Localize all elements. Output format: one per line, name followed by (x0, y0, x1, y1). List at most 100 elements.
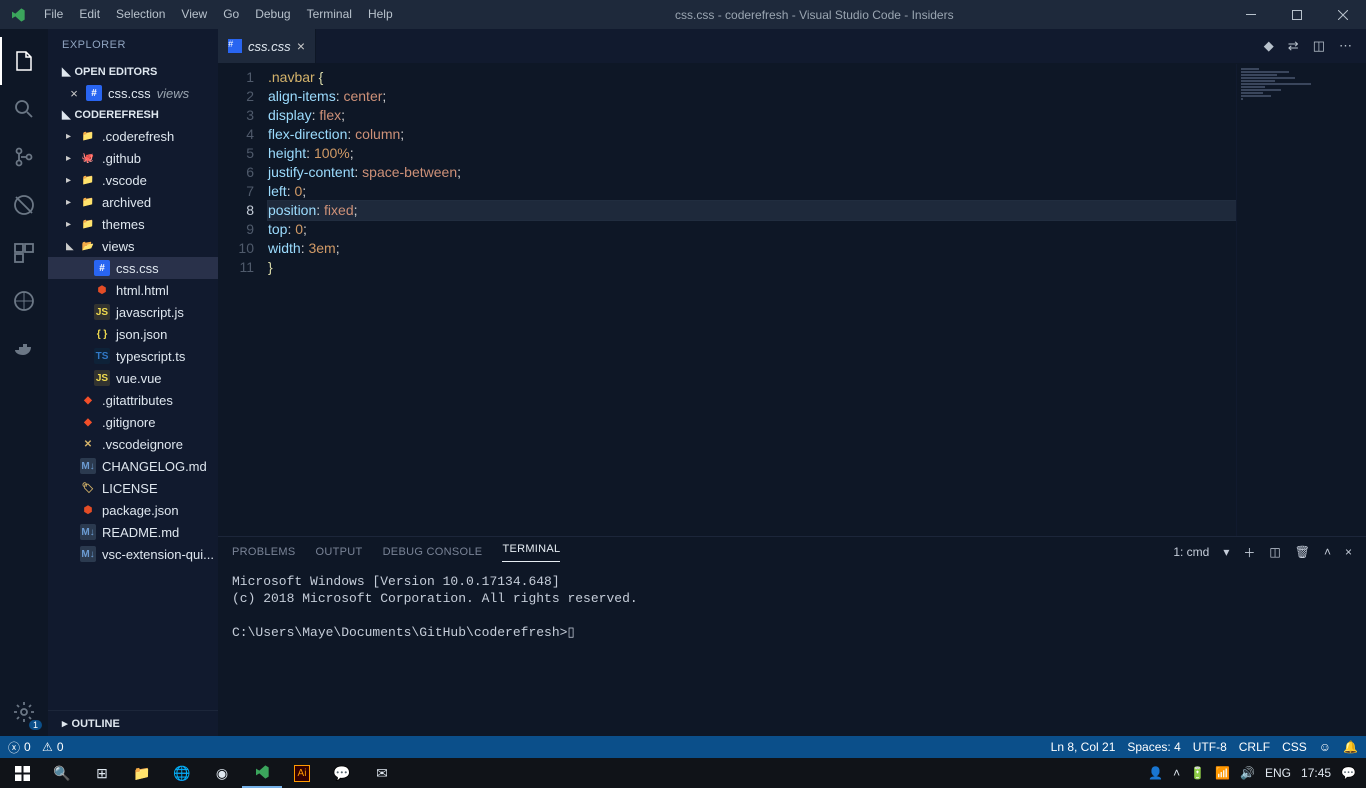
file-changelog-md[interactable]: M↓CHANGELOG.md (48, 455, 218, 477)
menu-terminal[interactable]: Terminal (299, 0, 360, 29)
dropdown-icon[interactable]: ▾ (1223, 545, 1229, 559)
people-icon[interactable]: 👤 (1148, 766, 1163, 780)
code-editor[interactable]: 1234567891011 .navbar { align-items: cen… (218, 64, 1236, 536)
menu-help[interactable]: Help (360, 0, 401, 29)
status-bell-icon[interactable]: 🔔 (1343, 740, 1358, 754)
status-eol[interactable]: CRLF (1239, 740, 1270, 754)
outline-section[interactable]: ▸OUTLINE (48, 710, 218, 736)
wifi-icon[interactable]: 📶 (1215, 766, 1230, 780)
file-readme-md[interactable]: M↓README.md (48, 521, 218, 543)
file-css-css[interactable]: #css.css (48, 257, 218, 279)
activity-debug[interactable] (0, 181, 48, 229)
folder-views[interactable]: ◣📂views (48, 235, 218, 257)
status-encoding[interactable]: UTF-8 (1193, 740, 1227, 754)
close-panel-icon[interactable]: × (1345, 545, 1352, 559)
file-typescript-ts[interactable]: TStypescript.ts (48, 345, 218, 367)
task-view-button[interactable]: ⊞ (82, 758, 122, 788)
maximize-panel-icon[interactable]: ˄ (1324, 545, 1331, 559)
file-explorer-app[interactable]: 📁 (122, 758, 162, 788)
windows-taskbar: 🔍 ⊞ 📁 🌐 ◉ Ai 💬 ✉ 👤 ˄ 🔋 📶 🔊 ENG 17:45 💬 (0, 758, 1366, 788)
folder-themes[interactable]: ▸📁themes (48, 213, 218, 235)
new-terminal-icon[interactable]: ＋ (1243, 544, 1255, 561)
folder--coderefresh[interactable]: ▸📁.coderefresh (48, 125, 218, 147)
file-javascript-js[interactable]: JSjavascript.js (48, 301, 218, 323)
color-picker-icon[interactable]: ◆ (1264, 38, 1274, 54)
split-editor-icon[interactable]: ◫ (1313, 38, 1325, 54)
file-html-html[interactable]: ⬢html.html (48, 279, 218, 301)
menu-selection[interactable]: Selection (108, 0, 173, 29)
file-package-json[interactable]: ⬢package.json (48, 499, 218, 521)
file--gitignore[interactable]: ◆.gitignore (48, 411, 218, 433)
md-icon: M↓ (80, 524, 96, 540)
status-spaces[interactable]: Spaces: 4 (1127, 740, 1180, 754)
spacer (66, 549, 74, 560)
menu-bar: FileEditSelectionViewGoDebugTerminalHelp (36, 0, 401, 29)
file-json-json[interactable]: { }json.json (48, 323, 218, 345)
close-button[interactable] (1320, 0, 1366, 29)
folder-archived[interactable]: ▸📁archived (48, 191, 218, 213)
close-icon[interactable]: × (68, 86, 80, 101)
split-terminal-icon[interactable]: ◫ (1269, 545, 1280, 559)
panel-tab-output[interactable]: OUTPUT (316, 546, 363, 558)
file--gitattributes[interactable]: ◆.gitattributes (48, 389, 218, 411)
tray-expand-icon[interactable]: ˄ (1173, 766, 1180, 780)
menu-debug[interactable]: Debug (247, 0, 298, 29)
terminal-content[interactable]: Microsoft Windows [Version 10.0.17134.64… (218, 567, 1366, 736)
menu-edit[interactable]: Edit (71, 0, 108, 29)
activity-search[interactable] (0, 85, 48, 133)
trash-icon[interactable]: 🗑 (1295, 545, 1310, 559)
more-icon[interactable]: ⋯ (1339, 38, 1352, 54)
activity-live-share[interactable] (0, 277, 48, 325)
file-vue-vue[interactable]: JSvue.vue (48, 367, 218, 389)
open-editor-item[interactable]: × # css.css views (48, 82, 218, 104)
chevron-right-icon: ▸ (66, 175, 74, 186)
edge-app[interactable]: 🌐 (162, 758, 202, 788)
file--vscodeignore[interactable]: ✕.vscodeignore (48, 433, 218, 455)
activity-settings[interactable]: 1 (0, 688, 48, 736)
editor-area: # css.css × ◆ ⇄ ◫ ⋯ 1234567891011 .navba… (218, 29, 1366, 736)
activity-docker[interactable] (0, 325, 48, 373)
terminal-selector[interactable]: 1: cmd (1173, 545, 1209, 559)
open-editors-section[interactable]: ◣OPEN EDITORS (48, 61, 218, 82)
folder--vscode[interactable]: ▸📁.vscode (48, 169, 218, 191)
status-errors[interactable]: ⓧ0 ⚠0 (8, 739, 64, 756)
search-button[interactable]: 🔍 (42, 758, 82, 788)
file-license[interactable]: 🏷LICENSE (48, 477, 218, 499)
chrome-app[interactable]: ◉ (202, 758, 242, 788)
activity-scm[interactable] (0, 133, 48, 181)
panel-tab-terminal[interactable]: TERMINAL (502, 543, 560, 562)
panel-tab-debug-console[interactable]: DEBUG CONSOLE (383, 546, 483, 558)
file-vsc-extension-qui-[interactable]: M↓vsc-extension-qui... (48, 543, 218, 565)
menu-file[interactable]: File (36, 0, 71, 29)
folder--github[interactable]: ▸🐙.github (48, 147, 218, 169)
panel-tab-problems[interactable]: PROBLEMS (232, 546, 296, 558)
start-button[interactable] (2, 758, 42, 788)
activity-extensions[interactable] (0, 229, 48, 277)
chevron-down-icon: ◣ (62, 108, 70, 121)
keyboard-lang[interactable]: ENG (1265, 766, 1291, 780)
discord-app[interactable]: 💬 (322, 758, 362, 788)
tab-css-css[interactable]: # css.css × (218, 29, 316, 63)
file-label: .github (102, 151, 141, 166)
maximize-button[interactable] (1274, 0, 1320, 29)
volume-icon[interactable]: 🔊 (1240, 766, 1255, 780)
compare-icon[interactable]: ⇄ (1288, 38, 1299, 54)
vscode-app[interactable] (242, 758, 282, 788)
battery-icon[interactable]: 🔋 (1190, 766, 1205, 780)
status-feedback-icon[interactable]: ☺ (1319, 740, 1331, 754)
status-cursor[interactable]: Ln 8, Col 21 (1051, 740, 1116, 754)
menu-go[interactable]: Go (215, 0, 247, 29)
code-lines[interactable]: .navbar { align-items: center; display: … (268, 64, 1236, 536)
tab-label: css.css (248, 39, 291, 54)
workspace-section[interactable]: ◣CODEREFRESH (48, 104, 218, 125)
status-language[interactable]: CSS (1282, 740, 1307, 754)
clock[interactable]: 17:45 (1301, 766, 1331, 780)
minimap[interactable] (1236, 64, 1366, 536)
action-center-icon[interactable]: 💬 (1341, 766, 1356, 780)
minimize-button[interactable] (1228, 0, 1274, 29)
close-icon[interactable]: × (297, 38, 305, 54)
illustrator-app[interactable]: Ai (282, 758, 322, 788)
menu-view[interactable]: View (173, 0, 215, 29)
mail-app[interactable]: ✉ (362, 758, 402, 788)
activity-explorer[interactable] (0, 37, 48, 85)
